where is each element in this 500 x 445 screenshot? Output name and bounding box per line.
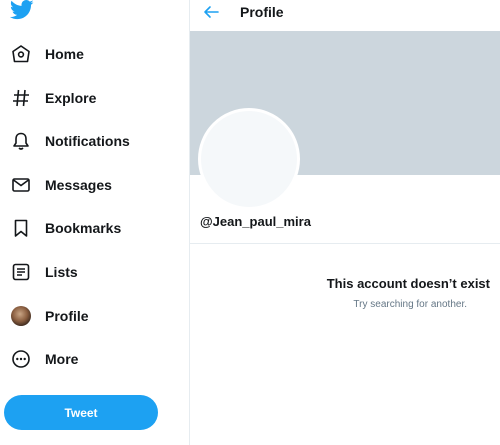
sidebar-item-label: Bookmarks (45, 220, 122, 236)
sidebar-item-label: Notifications (45, 133, 130, 149)
profile-handle: @Jean_paul_mira (200, 214, 311, 229)
sidebar-item-label: Lists (45, 264, 78, 280)
bookmark-icon (10, 217, 32, 239)
sidebar-item-more[interactable]: More (0, 339, 180, 379)
sidebar-item-profile[interactable]: Profile (0, 296, 180, 336)
sidebar-item-explore[interactable]: Explore (0, 78, 180, 118)
avatar (11, 306, 31, 326)
empty-state-subtitle: Try searching for another. (353, 299, 467, 310)
avatar-wrapper (10, 305, 32, 327)
sidebar-item-label: More (45, 351, 79, 367)
sidebar-item-home[interactable]: Home (0, 34, 180, 74)
hashtag-icon (10, 87, 32, 109)
home-icon (10, 43, 32, 65)
twitter-bird-icon[interactable] (10, 0, 34, 20)
sidebar-item-messages[interactable]: Messages (0, 165, 180, 205)
tweet-button[interactable]: Tweet (4, 395, 158, 430)
sidebar-item-label: Messages (45, 177, 112, 193)
list-icon (10, 261, 32, 283)
sidebar-item-label: Home (45, 46, 84, 62)
empty-state-title: This account doesn’t exist (326, 276, 490, 291)
page-title: Profile (240, 4, 284, 20)
back-arrow-icon[interactable] (202, 3, 220, 21)
sidebar-item-lists[interactable]: Lists (0, 252, 180, 292)
more-circle-icon (10, 348, 32, 370)
profile-avatar (198, 108, 300, 210)
profile-column: Profile @Jean_paul_mira This account doe… (190, 0, 500, 445)
sidebar-item-label: Profile (45, 308, 89, 324)
sidebar: Home Explore Notifications Messages Book… (0, 0, 189, 445)
header: Profile (190, 0, 500, 30)
bell-icon (10, 130, 32, 152)
envelope-icon (10, 174, 32, 196)
sidebar-item-notifications[interactable]: Notifications (0, 121, 180, 161)
sidebar-item-label: Explore (45, 90, 97, 106)
section-divider (190, 243, 500, 244)
sidebar-item-bookmarks[interactable]: Bookmarks (0, 208, 180, 248)
